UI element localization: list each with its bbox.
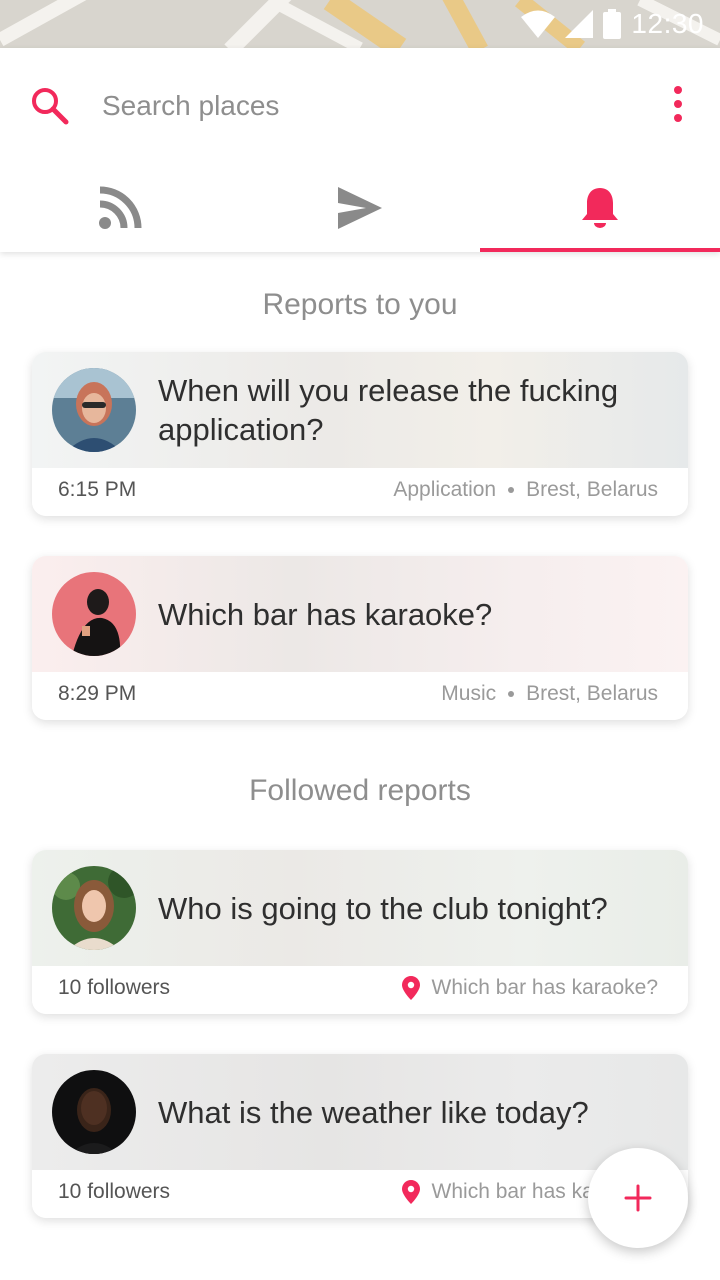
followers-count: 10 followers (58, 976, 171, 999)
card-footer: 8:29 PM Music Brest, Belarus (32, 672, 688, 720)
report-question: When will you release the fucking applic… (158, 373, 619, 447)
tab-send[interactable] (240, 164, 480, 252)
followed-question: Who is going to the club tonight? (158, 890, 608, 926)
status-bar: 12:30 (0, 0, 720, 48)
battery-icon (603, 9, 622, 39)
section-title-followed: Followed reports (249, 774, 471, 807)
content: Reports to you When will you release the… (0, 252, 720, 1280)
bell-icon (582, 188, 618, 228)
add-report-button[interactable] (588, 1148, 688, 1248)
followed-place: Which bar has karaoke? (401, 976, 658, 1000)
search-input[interactable] (102, 84, 602, 128)
separator-dot (508, 487, 515, 493)
report-meta: Music Brest, Belarus (441, 682, 658, 706)
report-question: Which bar has karaoke? (158, 596, 493, 632)
separator-dot (508, 691, 515, 697)
followed-card[interactable]: Who is going to the club tonight? 10 fol… (32, 850, 688, 1014)
report-category: Music (441, 682, 497, 705)
location-pin-icon (401, 976, 420, 1000)
plus-icon (624, 1184, 652, 1212)
avatar (52, 866, 136, 950)
status-icons: 12:30 (521, 6, 704, 42)
send-icon (338, 187, 382, 229)
app-bar (0, 48, 720, 252)
followers-count: 10 followers (58, 1180, 171, 1203)
more-vert-icon[interactable] (662, 84, 694, 124)
avatar (52, 572, 136, 656)
report-card[interactable]: When will you release the fucking applic… (32, 352, 688, 516)
tab-feed[interactable] (0, 164, 240, 252)
place-label: Which bar has karaoke? (431, 976, 658, 999)
report-location: Brest, Belarus (526, 478, 658, 501)
rss-icon (99, 186, 142, 229)
card-footer: 10 followers Which bar has karaoke? (32, 966, 688, 1014)
avatar (52, 1070, 136, 1154)
search-icon[interactable] (30, 86, 70, 126)
location-pin-icon (401, 1180, 420, 1204)
section-title-reports: Reports to you (262, 288, 458, 321)
followed-question: What is the weather like today? (158, 1094, 589, 1130)
report-card[interactable]: Which bar has karaoke? 8:29 PM Music Bre… (32, 556, 688, 720)
report-location: Brest, Belarus (526, 682, 658, 705)
signal-icon (565, 10, 594, 38)
report-time: 8:29 PM (58, 682, 137, 705)
tab-bar (0, 164, 720, 252)
status-time: 12:30 (631, 8, 704, 39)
report-category: Application (393, 478, 497, 501)
tab-notifications[interactable] (480, 164, 720, 252)
card-footer: 6:15 PM Application Brest, Belarus (32, 468, 688, 516)
avatar (52, 368, 136, 452)
wifi-icon (521, 10, 556, 38)
search-bar (0, 48, 720, 164)
report-meta: Application Brest, Belarus (393, 478, 658, 502)
report-time: 6:15 PM (58, 478, 137, 501)
